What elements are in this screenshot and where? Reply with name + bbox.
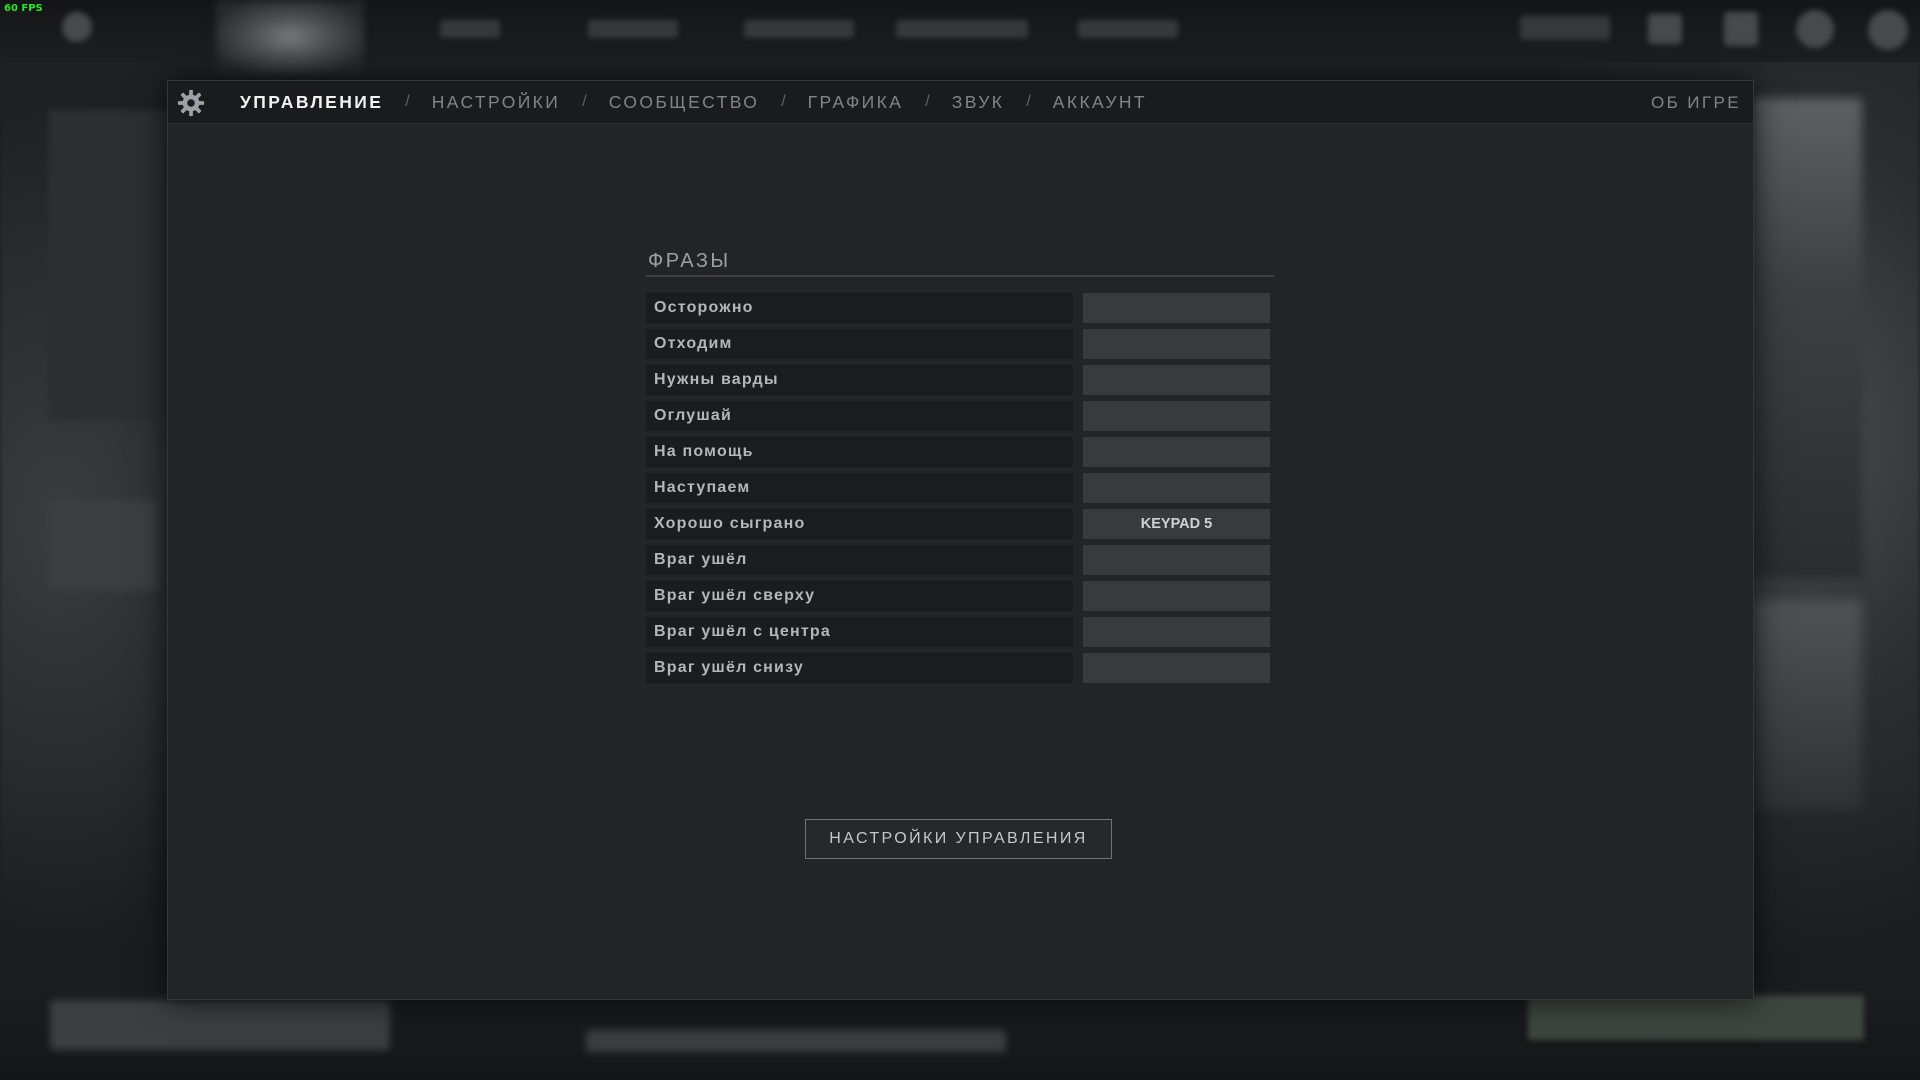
tab-graphics[interactable]: ГРАФИКА — [808, 92, 904, 113]
settings-tab-bar: УПРАВЛЕНИЕ / НАСТРОЙКИ / СООБЩЕСТВО / ГР… — [168, 81, 1753, 124]
background-nav-item — [588, 20, 678, 38]
list-item: Враг ушёл сверху — [646, 581, 1274, 611]
phrases-list: Осторожно Отходим Нужны варды Оглушай На… — [646, 293, 1274, 683]
tab-controls[interactable]: УПРАВЛЕНИЕ — [240, 92, 383, 113]
list-item: Осторожно — [646, 293, 1274, 323]
phrase-label: Враг ушёл сверху — [646, 581, 1073, 611]
keybind-field[interactable] — [1083, 329, 1270, 359]
background-hero-art — [1752, 98, 1862, 578]
about-game-link[interactable]: ОБ ИГРЕ — [1651, 93, 1741, 113]
background-return-button — [1528, 995, 1864, 1040]
background-chat-line — [586, 1030, 1006, 1052]
background-nav-item — [440, 20, 500, 38]
background-side-card — [48, 500, 158, 590]
background-party-slots — [50, 1000, 390, 1050]
phrase-label: Хорошо сыграно — [646, 509, 1073, 539]
phrase-label: Враг ушёл снизу — [646, 653, 1073, 683]
list-item: На помощь — [646, 437, 1274, 467]
phrase-label: На помощь — [646, 437, 1073, 467]
tab-account[interactable]: АККАУНТ — [1053, 92, 1147, 113]
list-item: Оглушай — [646, 401, 1274, 431]
tab-settings[interactable]: НАСТРОЙКИ — [432, 92, 561, 113]
tab-sound[interactable]: ЗВУК — [952, 92, 1005, 113]
background-nav-item — [1078, 20, 1178, 38]
settings-tabs: УПРАВЛЕНИЕ / НАСТРОЙКИ / СООБЩЕСТВО / ГР… — [240, 81, 1147, 123]
fps-counter: 60 FPS — [4, 3, 43, 14]
background-icon — [1648, 14, 1682, 44]
tab-separator: / — [925, 93, 930, 110]
controls-settings-button[interactable]: НАСТРОЙКИ УПРАВЛЕНИЯ — [805, 819, 1112, 859]
keybind-field[interactable] — [1083, 653, 1270, 683]
keybind-field[interactable] — [1083, 365, 1270, 395]
background-logo — [216, 0, 364, 74]
list-item: Наступаем — [646, 473, 1274, 503]
phrase-label: Оглушай — [646, 401, 1073, 431]
phrase-label: Отходим — [646, 329, 1073, 359]
tab-separator: / — [582, 93, 587, 110]
tab-separator: / — [781, 93, 786, 110]
phrase-label: Нужны варды — [646, 365, 1073, 395]
keybind-field[interactable] — [1083, 293, 1270, 323]
phrase-label: Наступаем — [646, 473, 1073, 503]
list-item: Враг ушёл — [646, 545, 1274, 575]
keybind-field[interactable]: KEYPAD 5 — [1083, 509, 1270, 539]
background-icon — [62, 12, 92, 42]
tab-separator: / — [1026, 93, 1031, 110]
background-side-card — [48, 110, 168, 420]
settings-dialog: УПРАВЛЕНИЕ / НАСТРОЙКИ / СООБЩЕСТВО / ГР… — [167, 80, 1754, 1000]
phrase-label: Враг ушёл — [646, 545, 1073, 575]
phrase-label: Враг ушёл с центра — [646, 617, 1073, 647]
background-icon — [1724, 12, 1758, 46]
keybind-field[interactable] — [1083, 545, 1270, 575]
phrase-label: Осторожно — [646, 293, 1073, 323]
keybind-field[interactable] — [1083, 617, 1270, 647]
list-item: Враг ушёл с центра — [646, 617, 1274, 647]
keybind-field[interactable] — [1083, 437, 1270, 467]
background-nav-item — [896, 20, 1028, 38]
section-title: ФРАЗЫ — [646, 247, 1274, 277]
list-item: Отходим — [646, 329, 1274, 359]
background-icon — [1868, 10, 1908, 50]
background-hero-art — [1752, 600, 1862, 810]
tab-community[interactable]: СООБЩЕСТВО — [609, 92, 760, 113]
list-item: Хорошо сыграно KEYPAD 5 — [646, 509, 1274, 539]
list-item: Враг ушёл снизу — [646, 653, 1274, 683]
background-icon — [1796, 10, 1834, 48]
keybind-field[interactable] — [1083, 401, 1270, 431]
keybind-field[interactable] — [1083, 473, 1270, 503]
list-item: Нужны варды — [646, 365, 1274, 395]
keybind-field[interactable] — [1083, 581, 1270, 611]
gear-icon[interactable] — [176, 88, 206, 118]
phrases-section: ФРАЗЫ Осторожно Отходим Нужны варды Оглу… — [646, 247, 1274, 689]
background-currency — [1520, 16, 1610, 40]
tab-separator: / — [405, 93, 410, 110]
background-nav-item — [744, 20, 854, 38]
